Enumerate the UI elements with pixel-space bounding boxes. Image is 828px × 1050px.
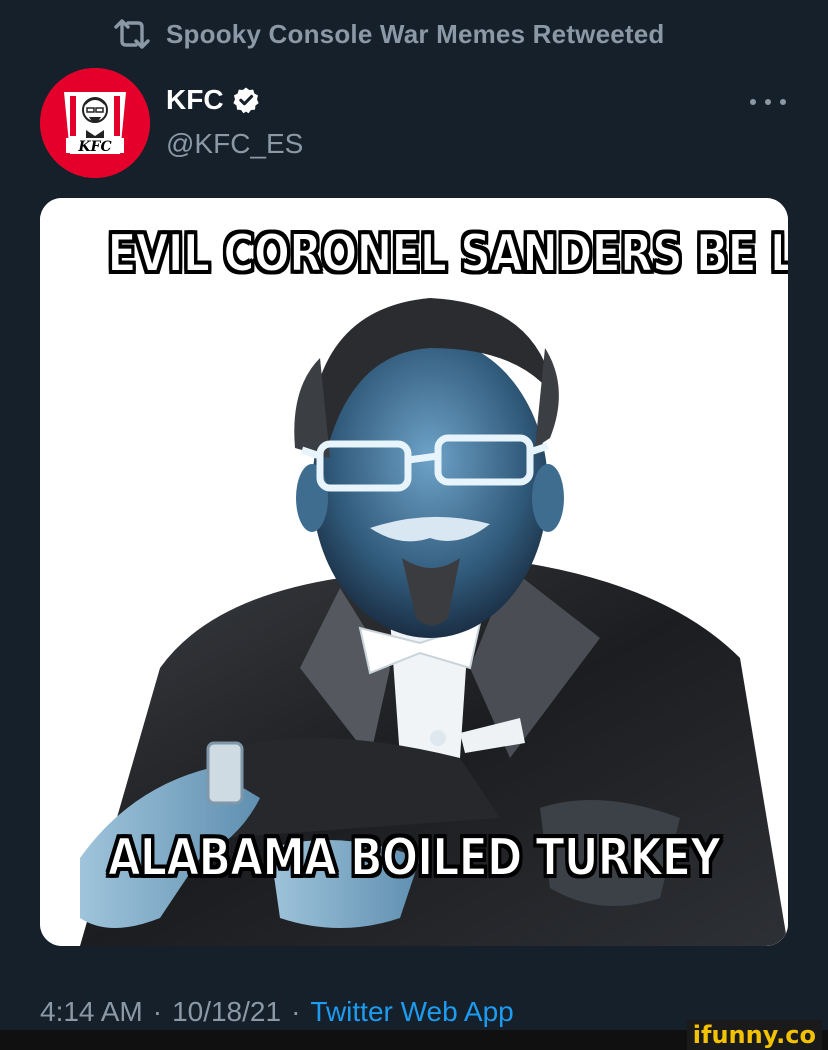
tweet-media-image[interactable]: EVIL CORONEL SANDERS BE LIKE ALABAMA BOI… — [40, 198, 788, 946]
tweet-screen: Spooky Console War Memes Retweeted KFC K… — [0, 0, 828, 1050]
meme-top-caption: EVIL CORONEL SANDERS BE LIKE — [107, 223, 788, 285]
tweet-source-link[interactable]: Twitter Web App — [310, 996, 513, 1028]
more-options-icon[interactable] — [750, 90, 786, 114]
author-avatar[interactable]: KFC — [40, 68, 150, 178]
ifunny-watermark: ifunny.co — [686, 1020, 822, 1050]
kfc-logo-icon: KFC — [40, 68, 150, 178]
tweet-date[interactable]: 10/18/21 — [172, 996, 281, 1028]
tweet-time[interactable]: 4:14 AM — [40, 996, 143, 1028]
retweet-label: Spooky Console War Memes Retweeted — [166, 18, 665, 49]
retweet-header[interactable]: Spooky Console War Memes Retweeted — [112, 14, 665, 54]
meme-bottom-caption: ALABAMA BOILED TURKEY — [107, 827, 722, 889]
meta-separator: · — [152, 996, 163, 1027]
more-dot — [765, 99, 771, 105]
retweet-icon — [114, 19, 150, 49]
author-name-row[interactable]: KFC — [166, 84, 260, 116]
verified-badge-icon — [232, 87, 259, 114]
author-display-name: KFC — [166, 84, 224, 115]
author-handle[interactable]: @KFC_ES — [166, 128, 303, 160]
tweet-meta: 4:14 AM · 10/18/21 · Twitter Web App — [40, 996, 514, 1028]
meta-separator: · — [291, 996, 301, 1027]
more-dot — [780, 99, 786, 105]
more-dot — [750, 99, 756, 105]
avatar-text: KFC — [77, 139, 111, 155]
